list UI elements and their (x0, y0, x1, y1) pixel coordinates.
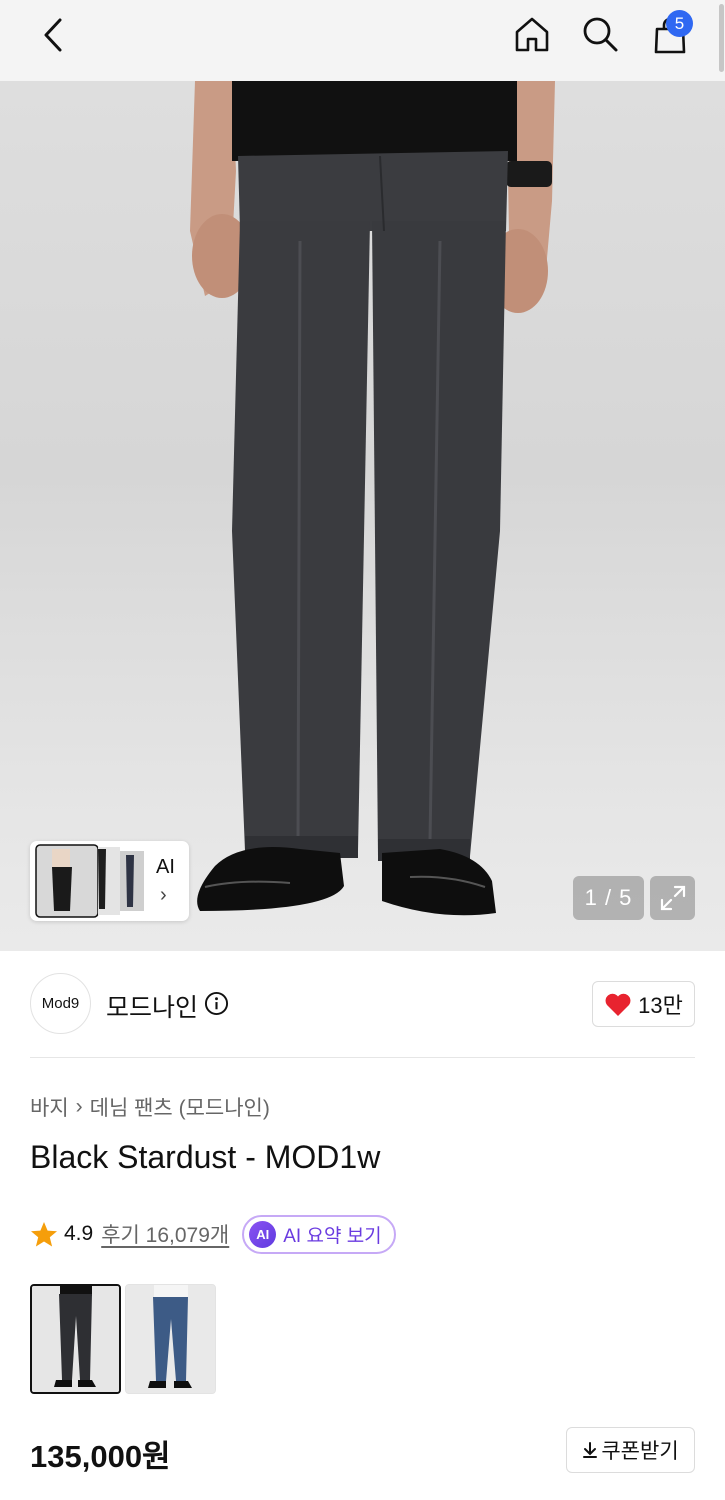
color-option-blue[interactable] (125, 1284, 216, 1394)
review-count-link[interactable]: 후기 16,079개 (101, 1219, 229, 1249)
ai-badge-icon: AI (249, 1220, 277, 1248)
download-icon (583, 1442, 598, 1458)
coupon-label: 쿠폰받기 (601, 1440, 679, 1463)
rating-row: 4.9 후기 16,079개 AI AI 요약 보기 (30, 1214, 396, 1254)
like-count: 13만 (638, 993, 683, 1018)
cart-button[interactable]: 5 (644, 8, 696, 60)
breadcrumb-item-category[interactable]: 바지 (30, 1092, 69, 1122)
breadcrumb-item-subcategory[interactable]: 데님 팬츠 (모드나인) (90, 1092, 270, 1122)
product-title: Black Stardust - MOD1w (30, 1139, 381, 1175)
ai-styling-thumbnails[interactable]: AI › (30, 841, 189, 921)
chevron-right-icon: › (160, 884, 167, 906)
back-icon (44, 18, 62, 52)
home-icon (515, 17, 549, 52)
cart-count-badge: 5 (666, 10, 693, 37)
chevron-right-icon: › (75, 1095, 83, 1118)
ai-label: AI (156, 856, 175, 878)
scrollbar[interactable] (719, 4, 724, 72)
expand-icon (660, 885, 685, 911)
search-icon (583, 17, 618, 52)
info-icon[interactable] (204, 991, 229, 1016)
ai-summary-button[interactable]: AI AI 요약 보기 (242, 1214, 396, 1254)
product-price: 135,000원 (30, 1439, 171, 1474)
coupon-download-button[interactable]: 쿠폰받기 (566, 1427, 695, 1473)
heart-icon (605, 993, 631, 1016)
search-button[interactable] (576, 10, 624, 58)
ai-summary-label: AI 요약 보기 (283, 1225, 382, 1247)
styling-thumbnail-images (35, 844, 144, 918)
divider (30, 1057, 695, 1058)
back-button[interactable] (30, 12, 76, 58)
color-option-thumbnail (32, 1286, 119, 1392)
product-photo (190, 81, 555, 916)
product-image-gallery[interactable]: AI › 1 / 5 (0, 81, 725, 951)
fullscreen-button[interactable] (650, 876, 695, 920)
top-navigation-bar: 5 (0, 0, 725, 81)
breadcrumb: 바지 › 데님 팬츠 (모드나인) (30, 1092, 270, 1122)
brand-name[interactable]: 모드나인 (106, 988, 198, 1024)
rating-value: 4.9 (64, 1222, 94, 1245)
color-option-black[interactable] (30, 1284, 121, 1394)
home-button[interactable] (508, 10, 556, 58)
image-page-indicator: 1 / 5 (573, 876, 644, 920)
brand-logo[interactable]: Mod9 (30, 973, 91, 1034)
color-option-thumbnail (126, 1285, 215, 1393)
like-button[interactable]: 13만 (592, 981, 695, 1027)
star-icon (31, 1221, 57, 1246)
